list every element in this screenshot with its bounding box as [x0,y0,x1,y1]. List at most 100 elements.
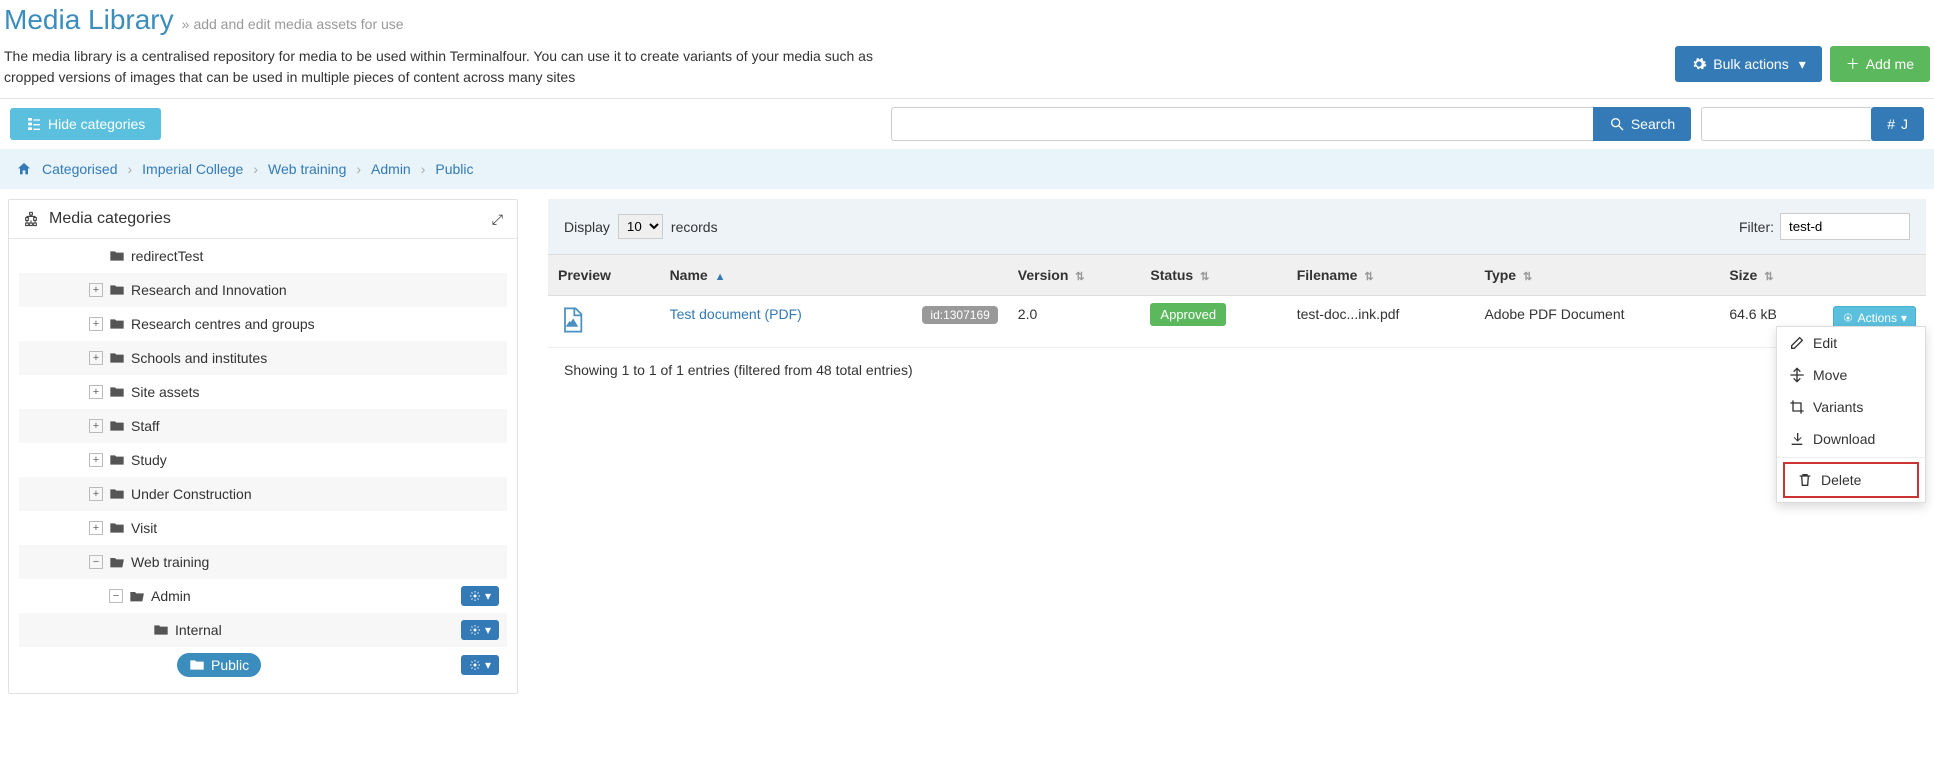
tree-node: + Research and Innovation [19,273,507,307]
cell-version: 2.0 [1008,296,1141,348]
tree-node-label[interactable]: Study [131,452,167,468]
plus-icon: ＋ [1846,54,1860,74]
caret-down-icon: ▾ [485,589,491,603]
caret-down-icon: ▾ [485,658,491,672]
caret-down-icon: ▾ [485,623,491,637]
sort-icon: ⇅ [1075,271,1084,283]
cell-filename: test-doc...ink.pdf [1287,296,1475,348]
bulk-actions-label: Bulk actions [1713,56,1788,72]
breadcrumb-item[interactable]: Imperial College [142,161,243,177]
hash-icon: # [1887,116,1895,132]
expand-toggle-icon[interactable]: + [89,351,103,365]
action-delete[interactable]: Delete [1783,462,1919,498]
download-icon [1789,431,1805,447]
collapse-toggle-icon[interactable]: − [89,555,103,569]
display-select[interactable]: 10 [618,214,663,239]
action-edit[interactable]: Edit [1777,327,1925,359]
tree-node: + Staff [19,409,507,443]
expand-icon[interactable]: ⤢ [492,211,503,228]
expand-toggle-icon[interactable]: + [89,317,103,331]
category-gear-button[interactable]: ▾ [461,586,499,606]
edit-icon [1789,335,1805,351]
tree-node-label[interactable]: Research and Innovation [131,282,287,298]
filter-input[interactable] [1780,213,1910,240]
folder-icon [109,316,125,332]
collapse-toggle-icon[interactable]: − [109,589,123,603]
breadcrumb: Categorised› Imperial College› Web train… [0,149,1934,189]
tree-node-label[interactable]: Schools and institutes [131,350,267,366]
gear-icon [469,590,481,602]
col-version[interactable]: Version ⇅ [1008,255,1141,296]
records-label: records [671,219,718,235]
action-download[interactable]: Download [1777,423,1925,455]
expand-toggle-icon[interactable]: + [89,487,103,501]
jump-input[interactable] [1701,107,1871,141]
col-status[interactable]: Status ⇅ [1140,255,1286,296]
folder-icon [109,384,125,400]
sidebar-title: Media categories [49,210,171,228]
tree-node: + Research centres and groups [19,307,507,341]
expand-toggle-icon[interactable]: + [89,385,103,399]
col-name[interactable]: Name ▲ [660,255,1008,296]
breadcrumb-item[interactable]: Public [435,161,473,177]
gear-icon [469,624,481,636]
col-type[interactable]: Type ⇅ [1474,255,1719,296]
sort-icon: ⇅ [1764,271,1773,283]
home-icon [16,161,32,177]
category-gear-button[interactable]: ▾ [461,620,499,640]
tree-node: + Visit [19,511,507,545]
search-input[interactable] [891,107,1593,141]
tree-node: Public ▾ [19,647,507,683]
col-preview: Preview [548,255,660,296]
bulk-actions-button[interactable]: Bulk actions ▾ [1675,46,1822,82]
hide-categories-label: Hide categories [48,116,145,132]
page-subtitle: »add and edit media assets for use [182,16,404,32]
tree-node-label[interactable]: Admin [151,588,191,604]
jump-label: J [1901,116,1908,132]
expand-toggle-icon[interactable]: + [89,419,103,433]
expand-toggle-icon[interactable]: + [89,453,103,467]
folder-icon [189,657,205,673]
col-size[interactable]: Size ⇅ [1719,255,1822,296]
tree-node-label[interactable]: Under Construction [131,486,252,502]
tree-node-label: Public [211,657,249,673]
pdf-icon [558,306,586,334]
folder-icon [109,452,125,468]
crop-icon [1789,399,1805,415]
category-gear-button[interactable]: ▾ [461,655,499,675]
folder-icon [109,486,125,502]
folder-icon [109,418,125,434]
hide-categories-button[interactable]: Hide categories [10,108,161,140]
search-button[interactable]: Search [1593,107,1691,141]
breadcrumb-item[interactable]: Admin [371,161,411,177]
expand-toggle-icon[interactable]: + [89,521,103,535]
folder-icon [109,350,125,366]
media-name-link[interactable]: Test document (PDF) [670,306,802,322]
tree-node-label[interactable]: Internal [175,622,222,638]
tree-node-label[interactable]: Visit [131,520,157,536]
folder-open-icon [109,554,125,570]
search-icon [1609,116,1625,132]
page-description: The media library is a centralised repos… [4,46,874,88]
jump-button[interactable]: # J [1871,107,1924,141]
action-move[interactable]: Move [1777,359,1925,391]
tree-node-label[interactable]: Staff [131,418,160,434]
tree-node-label[interactable]: Web training [131,554,209,570]
tree-node-label[interactable]: Research centres and groups [131,316,315,332]
add-media-button[interactable]: ＋ Add me [1830,46,1930,82]
id-badge: id:1307169 [922,306,997,324]
folder-open-icon [129,588,145,604]
breadcrumb-item[interactable]: Categorised [42,161,118,177]
tree-node: + Site assets [19,375,507,409]
sitemap-icon [23,211,39,227]
breadcrumb-item[interactable]: Web training [268,161,346,177]
expand-toggle-icon[interactable]: + [89,283,103,297]
tree-node: Internal ▾ [19,613,507,647]
actions-dropdown: Edit Move Variants [1776,326,1926,503]
action-variants[interactable]: Variants [1777,391,1925,423]
selected-category-badge[interactable]: Public [177,653,261,677]
media-categories-panel: Media categories ⤢ redirectTest + Research… [8,199,518,694]
col-filename[interactable]: Filename ⇅ [1287,255,1475,296]
tree-node-label[interactable]: redirectTest [131,248,203,264]
tree-node-label[interactable]: Site assets [131,384,199,400]
